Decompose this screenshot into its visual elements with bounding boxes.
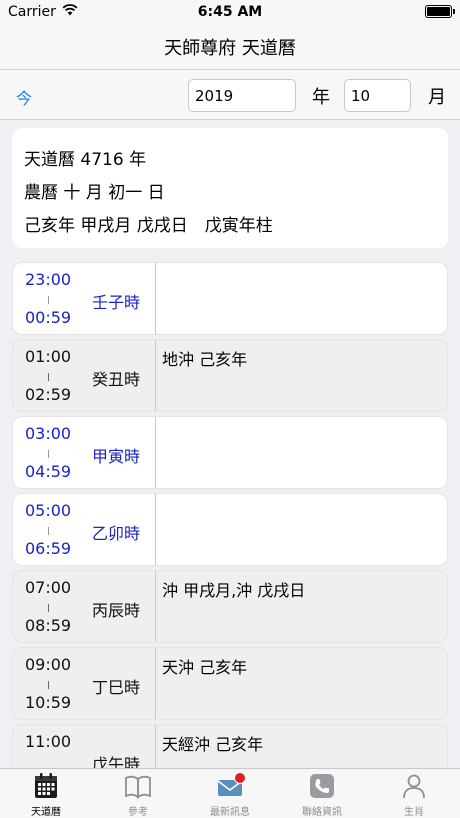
year-input[interactable] — [188, 79, 296, 112]
battery-icon — [425, 5, 455, 18]
hour-end-time: 00:59 — [25, 308, 72, 327]
hour-row[interactable]: 11:00 戊午時 天經沖 己亥年 — [12, 724, 448, 768]
hour-row[interactable]: 09:00 10:59 丁巳時 天沖 己亥年 — [12, 647, 448, 720]
time-separator — [48, 296, 49, 304]
hour-note: 天經沖 己亥年 — [162, 735, 264, 754]
time-separator — [48, 450, 49, 458]
hour-start-time: 01:00 — [25, 347, 72, 366]
hour-end-time: 04:59 — [25, 462, 72, 481]
tab-calendar[interactable]: 天道曆 — [0, 769, 92, 818]
tab-contact[interactable]: 聯絡資訊 — [276, 769, 368, 818]
hour-name: 乙卯時 — [92, 524, 141, 543]
tab-news[interactable]: 最新訊息 — [184, 769, 276, 818]
hour-start-time: 11:00 — [25, 732, 72, 751]
person-icon — [400, 772, 428, 800]
hour-name: 甲寅時 — [92, 447, 141, 466]
tab-label: 生肖 — [404, 807, 424, 818]
hour-name: 癸丑時 — [92, 370, 141, 389]
tab-label: 天道曆 — [31, 807, 61, 818]
hour-end-time: 08:59 — [25, 616, 72, 635]
year-unit-label: 年 — [312, 87, 330, 108]
date-toolbar: 今 年 月 — [0, 70, 460, 120]
time-separator — [48, 527, 49, 535]
hour-name: 丙辰時 — [92, 601, 141, 620]
hour-end-time: 06:59 — [25, 539, 72, 558]
hour-row[interactable]: 05:00 06:59 乙卯時 — [12, 493, 448, 566]
ganzhi-text: 己亥年 甲戌月 戊戌日 戊寅年柱 — [24, 216, 273, 236]
book-icon — [124, 772, 152, 800]
hour-end-time: 10:59 — [25, 693, 72, 712]
tab-label: 最新訊息 — [210, 807, 250, 818]
today-button[interactable]: 今 — [16, 85, 32, 109]
row-divider — [155, 417, 156, 488]
hour-row[interactable]: 23:00 00:59 壬子時 — [12, 262, 448, 335]
date-info-card: 天道曆 4716 年 農曆 十 月 初一 日 己亥年 甲戌月 戊戌日 戊寅年柱 — [12, 128, 448, 248]
tab-bar: 天道曆 參考 最新訊息 聯絡資訊 生肖 — [0, 768, 460, 818]
page-title: 天師尊府 天道曆 — [164, 37, 296, 59]
notification-badge — [233, 772, 246, 784]
time-separator — [48, 604, 49, 612]
calendar-icon — [32, 772, 60, 800]
hour-start-time: 09:00 — [25, 655, 72, 674]
tab-zodiac[interactable]: 生肖 — [368, 769, 460, 818]
hour-end-time: 02:59 — [25, 385, 72, 404]
row-divider — [155, 725, 156, 768]
lunar-date-text: 農曆 十 月 初一 日 — [24, 183, 165, 203]
row-divider — [155, 340, 156, 411]
row-divider — [155, 263, 156, 334]
nav-bar: 天師尊府 天道曆 — [0, 24, 460, 70]
row-divider — [155, 648, 156, 719]
hour-row[interactable]: 07:00 08:59 丙辰時 沖 甲戌月,沖 戊戌日 — [12, 570, 448, 643]
hour-start-time: 23:00 — [25, 270, 72, 289]
hours-list[interactable]: 23:00 00:59 壬子時 01:00 02:59 癸丑時 地沖 己亥年 0… — [12, 262, 448, 768]
hour-note: 天沖 己亥年 — [162, 658, 248, 677]
hour-note: 地沖 己亥年 — [162, 350, 248, 369]
time-separator — [48, 681, 49, 689]
row-divider — [155, 571, 156, 642]
status-bar: Carrier 6:45 AM — [0, 0, 460, 24]
hour-name: 戊午時 — [92, 755, 141, 768]
tab-label: 聯絡資訊 — [302, 807, 342, 818]
status-time: 6:45 AM — [197, 4, 263, 20]
phone-icon — [308, 772, 336, 800]
hour-note: 沖 甲戌月,沖 戊戌日 — [162, 581, 306, 600]
month-unit-label: 月 — [428, 87, 446, 108]
month-input[interactable] — [344, 79, 411, 112]
hour-name: 丁巳時 — [92, 678, 141, 697]
tab-reference[interactable]: 參考 — [92, 769, 184, 818]
hour-start-time: 05:00 — [25, 501, 72, 520]
hour-name: 壬子時 — [92, 293, 141, 312]
hour-row[interactable]: 03:00 04:59 甲寅時 — [12, 416, 448, 489]
tab-label: 參考 — [128, 807, 148, 818]
row-divider — [155, 494, 156, 565]
time-separator — [48, 373, 49, 381]
hour-row[interactable]: 01:00 02:59 癸丑時 地沖 己亥年 — [12, 339, 448, 412]
hour-start-time: 03:00 — [25, 424, 72, 443]
tiandao-year-text: 天道曆 4716 年 — [24, 150, 147, 170]
hour-start-time: 07:00 — [25, 578, 72, 597]
